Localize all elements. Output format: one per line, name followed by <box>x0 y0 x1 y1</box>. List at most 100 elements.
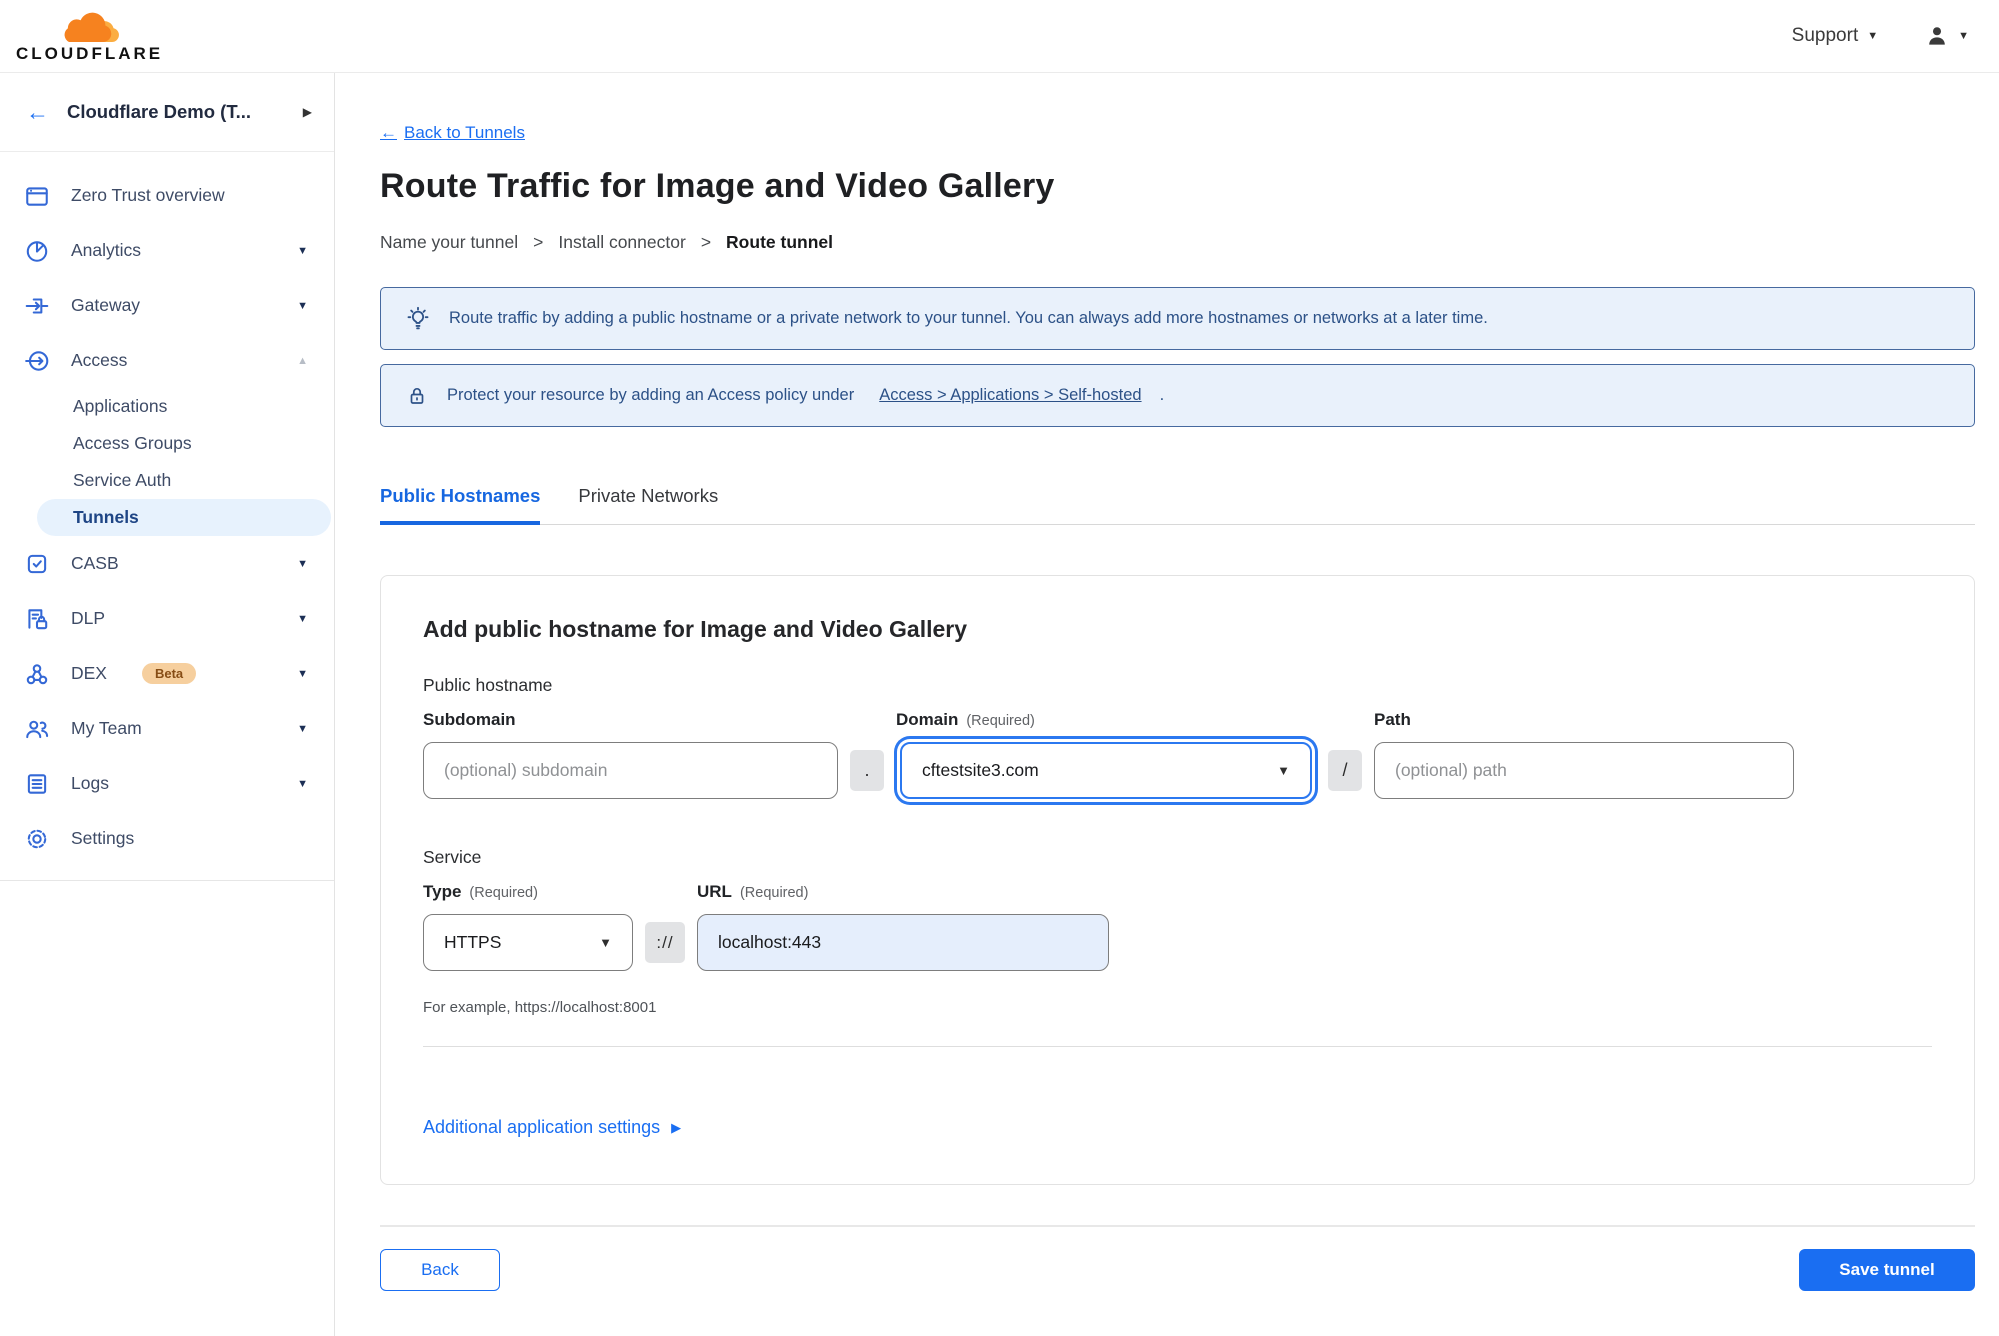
support-menu[interactable]: Support ▼ <box>1792 25 1878 47</box>
cloudflare-logo[interactable]: CLOUDFLARE <box>16 11 163 62</box>
sidebar-item-label: Logs <box>71 773 109 793</box>
sidebar-item-label: CASB <box>71 553 119 573</box>
step-separator: > <box>700 232 712 252</box>
public-hostname-group-label: Public hostname <box>423 675 553 695</box>
sidebar-item-dlp[interactable]: DLP ▼ <box>0 591 334 646</box>
back-arrow-icon[interactable]: ← <box>26 100 49 124</box>
beta-badge: Beta <box>141 663 197 684</box>
step-install-connector[interactable]: Install connector <box>558 232 685 253</box>
breadcrumb-steps: Name your tunnel > Install connector > R… <box>380 232 1975 253</box>
document-lock-icon <box>24 606 50 632</box>
access-applications-link[interactable]: Access > Applications > Self-hosted <box>879 386 1141 405</box>
access-policy-period: . <box>1159 386 1165 404</box>
type-field: Type (Required) HTTPS ▼ <box>423 882 633 971</box>
url-example-hint: For example, https://localhost:8001 <box>423 999 657 1016</box>
sidebar-item-analytics[interactable]: Analytics ▼ <box>0 223 334 278</box>
path-input[interactable] <box>1374 742 1794 799</box>
card-divider <box>423 1046 1932 1047</box>
step-name-your-tunnel[interactable]: Name your tunnel <box>380 232 518 253</box>
account-name: Cloudflare Demo (T... <box>67 101 251 122</box>
sidebar-item-applications[interactable]: Applications <box>0 388 334 425</box>
cloudflare-wordmark: CLOUDFLARE <box>16 43 164 63</box>
sidebar-item-label: Access Groups <box>73 433 192 453</box>
user-menu[interactable]: ▼ <box>1924 23 1969 49</box>
sidebar-item-access-groups[interactable]: Access Groups <box>0 425 334 462</box>
service-url-input[interactable] <box>697 914 1109 971</box>
required-note: (Required) <box>739 885 809 901</box>
subdomain-label: Subdomain <box>423 710 516 729</box>
topbar-right: Support ▼ ▼ <box>1792 23 1969 49</box>
step-route-tunnel: Route tunnel <box>726 232 833 252</box>
lock-icon <box>410 387 424 404</box>
card-heading: Add public hostname for Image and Video … <box>423 616 968 642</box>
required-note: (Required) <box>966 713 1035 729</box>
gear-icon <box>24 826 50 852</box>
access-icon <box>24 348 50 374</box>
app-window: CLOUDFLARE Support ▼ ▼ ← Cloudflare Demo… <box>0 0 1999 1336</box>
people-icon <box>24 716 50 742</box>
sidebar-item-service-auth[interactable]: Service Auth <box>0 462 334 499</box>
chevron-right-icon: ▶ <box>671 1119 682 1135</box>
sidebar-item-dex[interactable]: DEX Beta ▼ <box>0 646 334 701</box>
service-type-value: HTTPS <box>444 932 502 952</box>
chevron-down-icon: ▼ <box>297 612 308 625</box>
url-label: URL (Required) <box>697 882 809 901</box>
url-field: URL (Required) <box>697 882 1109 971</box>
chevron-down-icon: ▼ <box>297 722 308 735</box>
sidebar-account-header[interactable]: ← Cloudflare Demo (T... ▶ <box>0 73 334 152</box>
service-type-select[interactable]: HTTPS ▼ <box>423 914 633 971</box>
list-document-icon <box>24 771 50 797</box>
path-field: Path <box>1374 710 1794 799</box>
additional-settings-label: Additional application settings <box>423 1117 661 1137</box>
sidebar-item-settings[interactable]: Settings <box>0 811 334 866</box>
subdomain-field: Subdomain <box>423 710 838 799</box>
casb-icon <box>24 551 50 577</box>
back-link-label: Back to Tunnels <box>404 123 525 142</box>
chevron-right-icon[interactable]: ▶ <box>303 105 312 119</box>
access-policy-banner: Protect your resource by adding an Acces… <box>380 364 1975 427</box>
back-to-tunnels-link[interactable]: ← Back to Tunnels <box>380 123 525 143</box>
chevron-down-icon: ▼ <box>297 299 308 312</box>
tip-banner-text: Route traffic by adding a public hostnam… <box>449 309 1488 327</box>
lightbulb-icon <box>407 306 429 329</box>
sidebar-item-zero-trust-overview[interactable]: Zero Trust overview <box>0 168 334 223</box>
sidebar-item-casb[interactable]: CASB ▼ <box>0 536 334 591</box>
gateway-icon <box>24 293 50 319</box>
chevron-down-icon: ▼ <box>1867 30 1879 42</box>
sidebar-item-label: My Team <box>71 718 142 738</box>
sidebar-item-logs[interactable]: Logs ▼ <box>0 756 334 811</box>
sidebar-item-label: Tunnels <box>73 507 139 527</box>
scheme-separator: :// <box>645 922 685 963</box>
sidebar-item-label: DLP <box>71 608 106 628</box>
tab-public-hostnames[interactable]: Public Hostnames <box>380 485 541 525</box>
back-button[interactable]: Back <box>380 1249 500 1291</box>
chevron-down-icon: ▼ <box>1277 763 1290 778</box>
sidebar-item-access[interactable]: Access ▲ <box>0 333 334 388</box>
sidebar-item-label: Analytics <box>71 240 142 260</box>
sidebar-item-label: DEX <box>71 663 107 683</box>
back-arrow-icon: ← <box>380 123 397 142</box>
hostname-field-row: Subdomain . Domain(Required) cftestsite3… <box>423 710 1932 799</box>
support-label: Support <box>1791 25 1859 46</box>
footer-actions: Back Save tunnel <box>380 1249 1975 1291</box>
sidebar-item-label: Access <box>71 350 128 370</box>
chevron-up-icon: ▲ <box>297 354 308 367</box>
sidebar-item-gateway[interactable]: Gateway ▼ <box>0 278 334 333</box>
tab-private-networks[interactable]: Private Networks <box>578 485 718 524</box>
save-tunnel-button[interactable]: Save tunnel <box>1799 1249 1975 1291</box>
sidebar-item-tunnels[interactable]: Tunnels <box>37 499 331 536</box>
subdomain-input[interactable] <box>423 742 838 799</box>
domain-select[interactable]: cftestsite3.com ▼ <box>900 742 1312 799</box>
sidebar-nav: Zero Trust overview Analytics ▼ Gateway … <box>0 152 334 881</box>
type-label: Type (Required) <box>423 882 538 901</box>
sidebar-item-my-team[interactable]: My Team ▼ <box>0 701 334 756</box>
chevron-down-icon: ▼ <box>297 557 308 570</box>
domain-label: Domain (Required) <box>896 710 1035 729</box>
footer-divider <box>380 1225 1975 1227</box>
additional-settings-toggle[interactable]: Additional application settings ▶ <box>423 1117 681 1138</box>
sidebar-item-label: Zero Trust overview <box>71 185 225 205</box>
network-nodes-icon <box>24 661 50 687</box>
dot-separator: . <box>850 750 884 791</box>
required-note: (Required) <box>469 885 538 901</box>
pie-chart-icon <box>24 238 50 264</box>
